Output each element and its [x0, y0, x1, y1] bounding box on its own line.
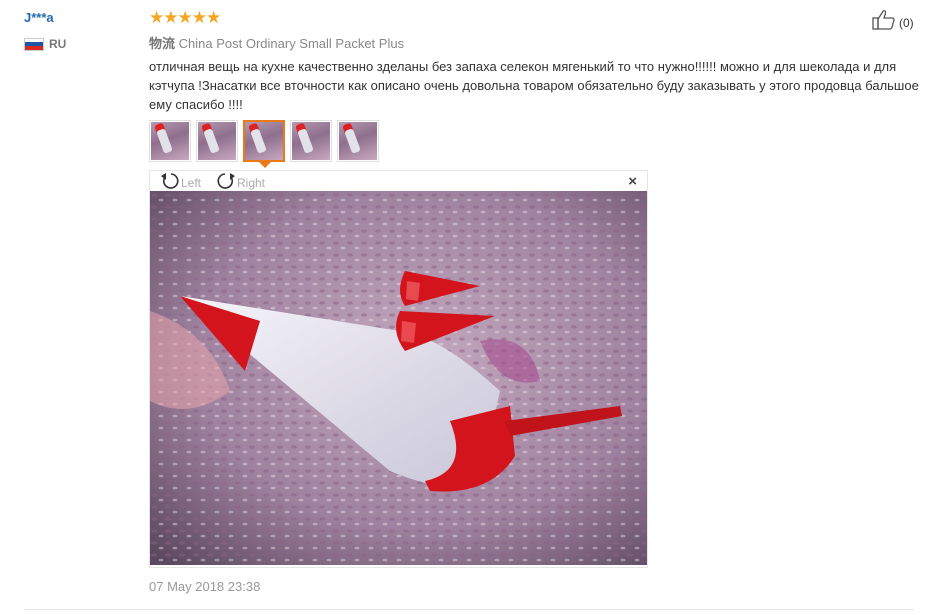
- thumbnail-image: [151, 122, 189, 160]
- star-rating: ★★★★★: [149, 8, 221, 27]
- shipping-info: 物流 China Post Ordinary Small Packet Plus: [149, 33, 404, 52]
- helpful-count: (0): [899, 15, 914, 30]
- review-text: отличная вещь на кухне качественно здела…: [149, 59, 919, 112]
- photo-thumbnail[interactable]: [149, 120, 191, 162]
- review-date: 07 May 2018 23:38: [149, 579, 261, 594]
- rotate-left-button[interactable]: Left: [160, 172, 201, 193]
- thumbnail-image: [198, 122, 236, 160]
- photo-thumbnail[interactable]: [290, 120, 332, 162]
- close-icon[interactable]: ×: [628, 173, 637, 190]
- country-code: RU: [49, 37, 67, 51]
- rotate-right-button[interactable]: Right: [216, 172, 265, 193]
- review-divider: [24, 609, 914, 610]
- photo-thumbnail-active[interactable]: [243, 120, 285, 162]
- shipping-label: 物流: [149, 36, 176, 51]
- thumbnail-image: [292, 122, 330, 160]
- thumbnail-image: [339, 122, 377, 160]
- reviewer-name[interactable]: J***a: [24, 10, 54, 25]
- reviewer-country: RU: [24, 37, 66, 51]
- active-thumbnail-pointer: [259, 162, 271, 168]
- rotate-left-icon: [160, 172, 180, 193]
- photo-viewer: Left Right ×: [149, 170, 648, 568]
- helpful-button[interactable]: (0): [872, 10, 914, 35]
- viewer-toolbar: Left Right ×: [150, 171, 647, 191]
- rotate-left-label: Left: [181, 175, 202, 190]
- shipping-method: China Post Ordinary Small Packet Plus: [178, 36, 405, 51]
- review-photo: [150, 191, 647, 565]
- thumbnail-image: [245, 122, 283, 160]
- photo-thumbnail[interactable]: [337, 120, 379, 162]
- photo-thumbnail[interactable]: [196, 120, 238, 162]
- rotate-right-icon: [216, 172, 236, 193]
- russia-flag-icon: [24, 37, 44, 51]
- thumbs-up-icon: [872, 10, 896, 35]
- rotate-right-label: Right: [237, 175, 266, 190]
- photo-thumbnails: [149, 120, 379, 162]
